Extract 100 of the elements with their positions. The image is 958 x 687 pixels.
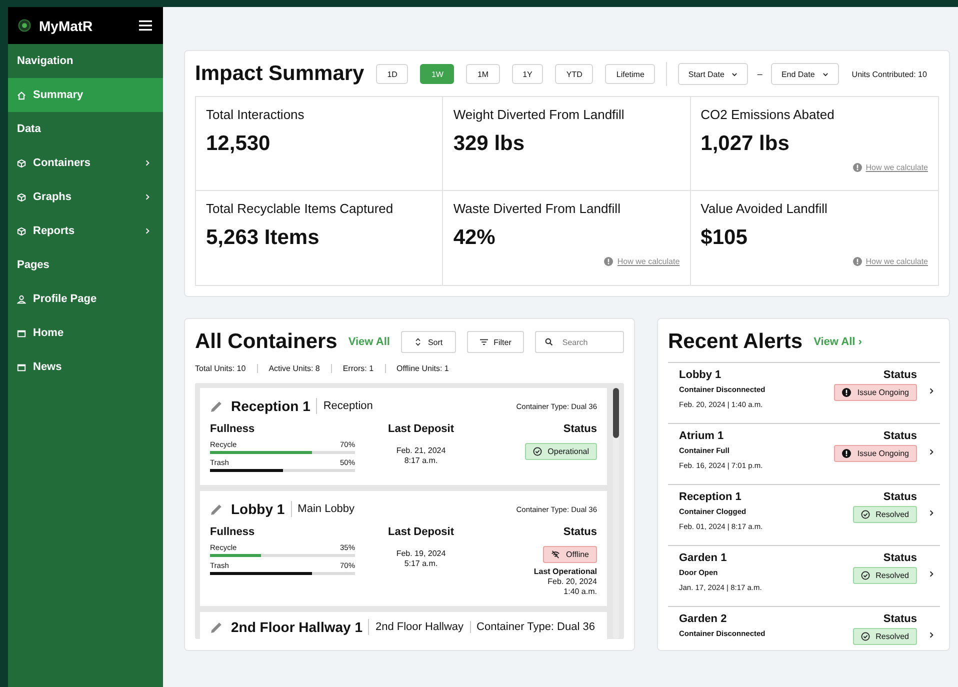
stat-label: Weight Diverted From Landfill	[453, 107, 626, 122]
exclamation-icon	[842, 449, 852, 458]
stat-label: Value Avoided Landfill	[700, 201, 828, 216]
container-name: Reception 1	[231, 398, 318, 414]
section-title: Recent Alerts	[668, 330, 803, 354]
stat-value: 1,027 lbs	[700, 132, 790, 156]
sidebar-item[interactable]: Summary	[8, 78, 163, 112]
status-heading: Status	[883, 552, 917, 564]
chevron-down-icon	[731, 72, 738, 76]
window-icon	[17, 328, 26, 338]
status-badge: Issue Ongoing	[834, 445, 917, 462]
status-heading: Status	[883, 430, 917, 442]
stat-label: CO2 Emissions Abated	[700, 107, 836, 122]
cube-icon	[17, 192, 26, 202]
time-range-button[interactable]: YTD	[555, 64, 594, 84]
alert-location: Reception 1	[679, 491, 742, 503]
chevron-right-icon	[929, 448, 934, 456]
last-deposit-heading: Last Deposit	[386, 526, 455, 538]
how-we-calculate-link[interactable]: How we calculate	[866, 257, 928, 266]
fullness-heading: Fullness	[210, 423, 256, 435]
person-icon	[17, 294, 26, 304]
container-location: Reception	[322, 400, 374, 412]
last-deposit-heading: Last Deposit	[386, 423, 455, 435]
chevron-down-icon	[822, 72, 829, 76]
deposit-time: Feb. 21, 2024	[395, 446, 447, 456]
time-range-button[interactable]: 1Y	[512, 64, 544, 84]
pencil-icon[interactable]	[210, 620, 223, 634]
sort-button[interactable]: Sort	[400, 331, 456, 353]
status-badge: Resolved	[852, 567, 917, 584]
sidebar-section-label: Navigation	[16, 54, 74, 69]
stat-value: $105	[700, 226, 748, 250]
cube-icon	[17, 226, 26, 236]
alert-location: Garden 1	[679, 552, 728, 564]
sidebar-item[interactable]: Home	[8, 316, 163, 350]
stat-value: 12,530	[206, 132, 272, 156]
container-location: 2nd Floor Hallway	[369, 621, 471, 633]
pencil-icon[interactable]	[210, 502, 223, 516]
scrollbar[interactable]	[613, 388, 619, 639]
fullness-heading: Fullness	[210, 526, 256, 538]
pencil-icon[interactable]	[210, 400, 223, 412]
menu-icon[interactable]	[139, 20, 152, 31]
search-icon	[545, 338, 554, 346]
check-circle-icon	[532, 447, 542, 456]
last-operational-time: Feb. 20, 2024	[548, 577, 597, 587]
start-date-dropdown[interactable]: Start Date	[678, 63, 748, 85]
sidebar-section-label: Pages	[16, 258, 50, 273]
chevron-right-icon	[145, 159, 150, 167]
status-heading: Status	[883, 491, 917, 503]
date-separator: –	[757, 69, 762, 79]
unit-count: Active Units: 8	[256, 364, 331, 373]
window-icon	[17, 362, 26, 372]
chevron-right-icon	[929, 631, 934, 639]
check-circle-icon	[860, 510, 870, 519]
sidebar-item[interactable]: News	[8, 350, 163, 384]
exclamation-icon	[842, 388, 852, 397]
sort-icon	[414, 338, 422, 346]
container-location: Main Lobby	[296, 503, 356, 515]
info-icon	[852, 257, 862, 266]
sidebar-item[interactable]: Graphs	[8, 180, 163, 214]
deposit-time: 5:17 a.m.	[403, 559, 439, 569]
chevron-right-icon	[929, 509, 934, 517]
stat-value: 5,263 Items	[206, 226, 320, 250]
check-circle-icon	[860, 632, 870, 641]
wifi-off-icon	[551, 550, 560, 559]
stat-label: Total Interactions	[206, 107, 306, 122]
unit-count: Errors: 1	[330, 364, 385, 373]
alert-location: Lobby 1	[679, 369, 722, 381]
units-contributed: Units Contributed: 10	[852, 70, 927, 78]
status-badge: Issue Ongoing	[834, 384, 917, 401]
container-name: 2nd Floor Hallway 1	[231, 619, 370, 635]
container-name: Lobby 1	[231, 501, 292, 517]
section-title: All Containers	[195, 330, 338, 354]
filter-button[interactable]: Filter	[466, 331, 524, 353]
sidebar-item[interactable]: Containers	[8, 146, 163, 180]
status-heading: Status	[883, 613, 917, 625]
deposit-time: 8:17 a.m.	[403, 456, 439, 466]
check-circle-icon	[860, 571, 870, 580]
time-range-button[interactable]: 1M	[466, 64, 500, 84]
sidebar-item[interactable]: Reports	[8, 214, 163, 248]
stat-value: 329 lbs	[453, 132, 526, 156]
end-date-dropdown[interactable]: End Date	[771, 63, 839, 85]
section-title: Impact Summary	[195, 62, 364, 86]
logo-icon	[18, 19, 31, 32]
sidebar-section-label: Data	[16, 122, 42, 137]
time-range-button[interactable]: 1D	[376, 64, 408, 84]
status-heading: Status	[563, 526, 597, 538]
time-range-button[interactable]: Lifetime	[605, 64, 656, 84]
how-we-calculate-link[interactable]: How we calculate	[866, 163, 928, 172]
stat-label: Waste Diverted From Landfill	[453, 201, 622, 216]
alert-location: Garden 2	[679, 613, 728, 625]
chevron-right-icon	[145, 193, 150, 201]
info-icon	[604, 257, 614, 266]
status-badge: Operational	[524, 443, 597, 460]
status-badge: Resolved	[852, 506, 917, 523]
search-field[interactable]: Search	[535, 331, 624, 353]
deposit-time: Feb. 19, 2024	[395, 549, 447, 559]
sidebar-item[interactable]: Profile Page	[8, 282, 163, 316]
stat-value: 42%	[453, 226, 496, 250]
alert-location: Atrium 1	[679, 430, 725, 442]
how-we-calculate-link[interactable]: How we calculate	[617, 257, 680, 266]
